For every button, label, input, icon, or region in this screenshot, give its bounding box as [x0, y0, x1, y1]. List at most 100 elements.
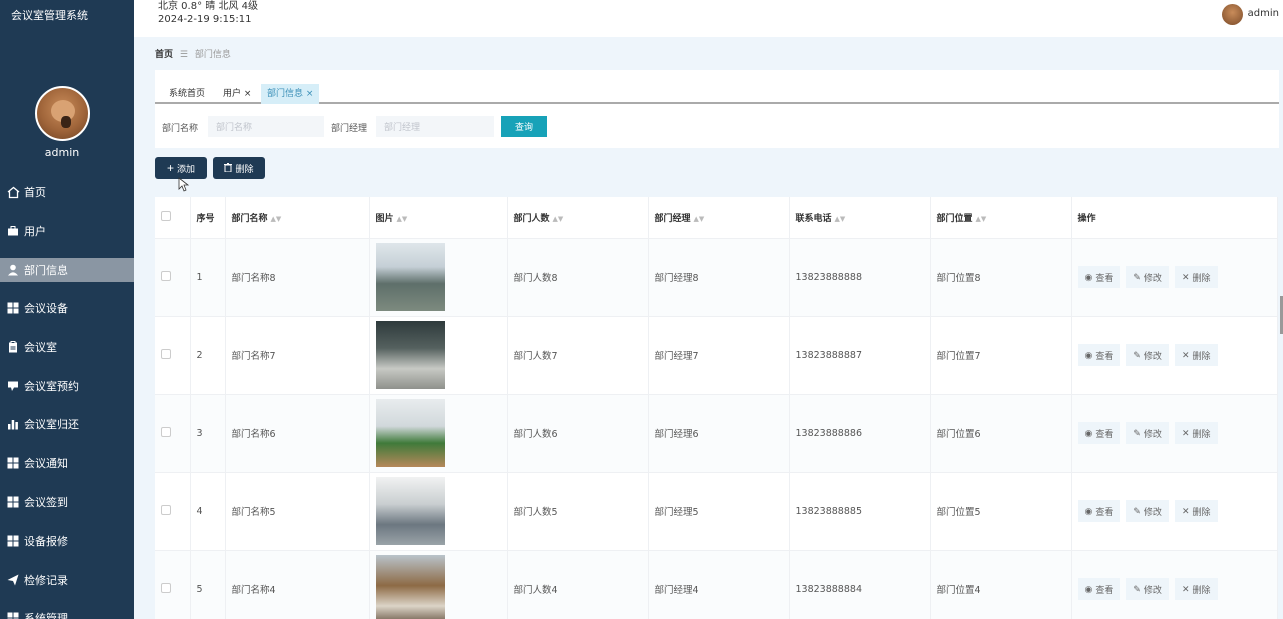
dept-name-cell: 部门名称8 [225, 238, 370, 317]
dept-name-input[interactable] [208, 116, 324, 137]
row-delete-button[interactable]: ✕ 删除 [1174, 578, 1218, 600]
row-select-cell[interactable] [155, 316, 191, 395]
edit-button[interactable]: ✎ 修改 [1126, 578, 1169, 600]
table-row: 1 部门名称8 部门人数8 部门经理8 13823888888 部门位置8 ◉ 查看 ✎ 修改 ✕ 删… [155, 238, 1278, 317]
view-label: 查看 [1095, 428, 1114, 439]
dept-manager-cell: 部门经理5 [648, 472, 790, 551]
home-icon [6, 185, 20, 199]
row-delete-button[interactable]: ✕ 删除 [1174, 266, 1218, 288]
dept-photo[interactable] [375, 321, 445, 389]
close-icon[interactable]: × [306, 89, 314, 99]
select-all-header[interactable] [155, 197, 191, 239]
weather-text: 北京 0.8° 晴 北风 4级 [158, 1, 258, 12]
edit-button[interactable]: ✎ 修改 [1126, 344, 1169, 366]
row-delete-button[interactable]: ✕ 删除 [1174, 422, 1218, 444]
column-header[interactable]: 联系电话 ▲▼ [789, 197, 931, 239]
sort-icon[interactable]: ▲▼ [835, 215, 846, 223]
query-button[interactable]: 查询 [501, 116, 547, 137]
dept-photo[interactable] [375, 399, 445, 467]
view-label: 查看 [1095, 584, 1114, 595]
sort-icon[interactable]: ▲▼ [694, 215, 705, 223]
edit-icon: ✎ [1133, 505, 1141, 516]
close-icon: ✕ [1181, 427, 1190, 438]
sort-icon[interactable]: ▲▼ [553, 215, 564, 223]
row-checkbox[interactable] [161, 582, 171, 593]
sidebar-item-7[interactable]: 会议通知 [0, 444, 134, 483]
edit-button[interactable]: ✎ 修改 [1126, 422, 1169, 444]
delete-label: 删除 [1192, 506, 1211, 517]
dept-name-label: 部门名称 [162, 124, 199, 134]
row-select-cell[interactable] [155, 550, 191, 619]
view-button[interactable]: ◉ 查看 [1077, 578, 1121, 600]
sort-icon[interactable]: ▲▼ [271, 215, 282, 223]
add-button[interactable]: + 添加 [155, 157, 207, 179]
row-select-cell[interactable] [155, 394, 191, 473]
sort-icon[interactable]: ▲▼ [976, 215, 987, 223]
column-header[interactable]: 部门位置 ▲▼ [930, 197, 1072, 239]
sidebar-item-11[interactable]: 系统管理 [0, 599, 134, 619]
eye-icon: ◉ [1084, 349, 1093, 360]
edit-button[interactable]: ✎ 修改 [1126, 266, 1169, 288]
view-button[interactable]: ◉ 查看 [1077, 422, 1121, 444]
dept-location-cell: 部门位置5 [930, 472, 1072, 551]
row-checkbox[interactable] [161, 504, 171, 515]
column-header[interactable]: 部门人数 ▲▼ [507, 197, 649, 239]
close-icon[interactable]: × [244, 89, 252, 99]
row-select-cell[interactable] [155, 238, 191, 317]
tab-label: 用户 [223, 89, 242, 99]
tab-users[interactable]: 用户 × [217, 84, 257, 104]
top-username[interactable]: admin [1248, 8, 1279, 19]
edit-label: 修改 [1143, 350, 1162, 361]
column-header[interactable]: 部门名称 ▲▼ [225, 197, 370, 239]
column-header[interactable]: 图片 ▲▼ [369, 197, 508, 239]
dept-photo[interactable] [375, 555, 445, 619]
tab-dept-info[interactable]: 部门信息 × [261, 84, 320, 104]
dept-location-cell: 部门位置6 [930, 394, 1072, 473]
grid-icon [6, 495, 20, 509]
user-avatar[interactable] [1222, 4, 1243, 25]
sidebar-item-2[interactable]: 部门信息 [0, 257, 134, 282]
sidebar-item-6[interactable]: 会议室归还 [0, 405, 134, 444]
actions-cell: ◉ 查看 ✎ 修改 ✕ 删除 [1071, 394, 1278, 473]
column-header[interactable]: 部门经理 ▲▼ [648, 197, 790, 239]
view-button[interactable]: ◉ 查看 [1077, 266, 1121, 288]
sidebar-item-3[interactable]: 会议设备 [0, 289, 134, 328]
edit-button[interactable]: ✎ 修改 [1126, 500, 1169, 522]
row-delete-button[interactable]: ✕ 删除 [1174, 500, 1218, 522]
sidebar-item-5[interactable]: 会议室预约 [0, 366, 134, 405]
dept-manager-cell: 部门经理8 [648, 238, 790, 317]
dept-manager-label: 部门经理 [331, 124, 368, 134]
select-all-checkbox[interactable] [161, 210, 171, 221]
row-checkbox[interactable] [161, 426, 171, 437]
dept-manager-input[interactable] [376, 116, 494, 137]
sort-icon[interactable]: ▲▼ [397, 215, 408, 223]
delete-label: 删除 [1192, 584, 1211, 595]
sidebar-item-9[interactable]: 设备报修 [0, 521, 134, 560]
breadcrumb-home[interactable]: 首页 [155, 50, 173, 60]
row-select-cell[interactable] [155, 472, 191, 551]
dept-photo[interactable] [375, 243, 445, 311]
view-label: 查看 [1095, 350, 1114, 361]
sidebar-item-4[interactable]: 会议室 [0, 327, 134, 366]
sidebar-item-1[interactable]: 用户 [0, 212, 134, 251]
sidebar-item-label: 会议通知 [24, 457, 68, 471]
dept-location-cell: 部门位置4 [930, 550, 1072, 619]
column-header-label: 部门经理 [654, 213, 691, 224]
tab-home[interactable]: 系统首页 [163, 84, 211, 104]
sidebar-item-8[interactable]: 会议签到 [0, 483, 134, 522]
sidebar-item-10[interactable]: 检修记录 [0, 560, 134, 599]
edit-icon: ✎ [1133, 583, 1141, 594]
sidebar-item-0[interactable]: 首页 [0, 173, 134, 212]
actions-cell: ◉ 查看 ✎ 修改 ✕ 删除 [1071, 550, 1278, 619]
row-checkbox[interactable] [161, 270, 171, 281]
sidebar-username: admin [44, 146, 80, 159]
row-checkbox[interactable] [161, 348, 171, 359]
row-delete-button[interactable]: ✕ 删除 [1174, 344, 1218, 366]
column-header-label: 联系电话 [795, 213, 832, 224]
breadcrumb: 首页 ☰ 部门信息 [155, 47, 231, 60]
dept-photo[interactable] [375, 477, 445, 545]
view-button[interactable]: ◉ 查看 [1077, 344, 1121, 366]
image-cell [369, 550, 508, 619]
view-button[interactable]: ◉ 查看 [1077, 500, 1121, 522]
delete-button[interactable]: 删除 [213, 157, 265, 179]
